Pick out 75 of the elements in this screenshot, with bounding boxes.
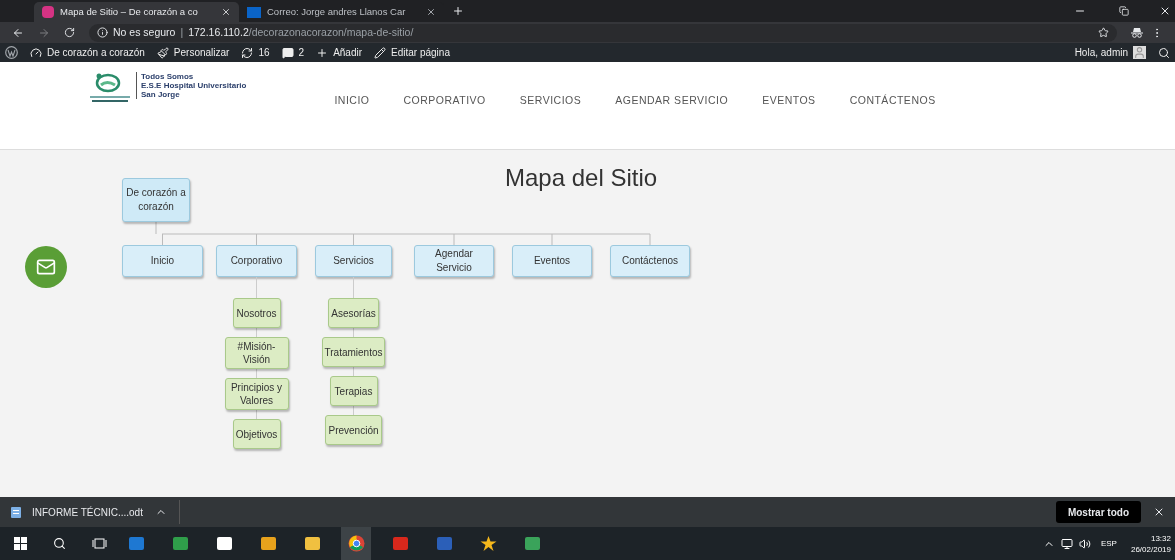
reload-icon[interactable]: [64, 27, 75, 38]
sitemap-node[interactable]: Corporativo: [216, 245, 297, 277]
sitemap-node[interactable]: Contáctenos: [610, 245, 690, 277]
close-icon[interactable]: [426, 7, 436, 17]
clock-date: 26/02/2019: [1130, 543, 1171, 555]
search-icon[interactable]: [1158, 46, 1170, 59]
tab-title: Correo: Jorge andres Llanos Car: [267, 4, 407, 19]
sitemap-node[interactable]: Terapias: [329, 376, 378, 406]
windows-start-icon[interactable]: [14, 537, 27, 550]
info-icon: [97, 27, 108, 38]
nav-link[interactable]: CORPORATIVO: [403, 93, 486, 109]
admin-bar-item[interactable]: 2: [281, 45, 305, 60]
task-view-icon[interactable]: [92, 538, 107, 549]
admin-bar-item[interactable]: Editar página: [374, 45, 450, 60]
new-tab-icon[interactable]: [452, 5, 464, 17]
sitemap-node[interactable]: Principios y Valores: [224, 378, 289, 410]
sitemap-node[interactable]: De corazón a corazón: [122, 178, 190, 222]
contact-mail-button[interactable]: [25, 246, 67, 288]
wordpress-logo-icon[interactable]: [5, 46, 18, 59]
admin-bar-item[interactable]: De corazón a corazón: [30, 45, 145, 60]
security-label: No es seguro: [113, 24, 176, 40]
sitemap-node[interactable]: Objetivos: [232, 419, 281, 449]
logo-text: Todos Somos: [141, 72, 195, 81]
sitemap-node[interactable]: Asesorías: [328, 298, 379, 328]
restore-icon[interactable]: [1119, 6, 1129, 16]
mail-icon: [36, 257, 56, 277]
hospital-logo-icon: [88, 72, 132, 104]
sitemap-node[interactable]: Agendar Servicio: [414, 245, 494, 277]
back-icon[interactable]: [12, 26, 24, 39]
bookmark-star-icon[interactable]: [1098, 27, 1109, 38]
volume-icon[interactable]: [1078, 537, 1091, 550]
logo-text: San Jorge: [141, 90, 181, 99]
nav-link[interactable]: INICIO: [334, 93, 370, 109]
search-icon[interactable]: [53, 537, 66, 550]
tab-title: Mapa de Sitio – De corazón a co: [60, 4, 199, 19]
nav-link[interactable]: AGENDAR SERVICIO: [615, 93, 729, 109]
browser-tab[interactable]: Mapa de Sitio – De corazón a co: [34, 2, 239, 22]
refresh-icon: [241, 46, 254, 59]
logo-text: E.S.E Hospital Universitario: [141, 81, 247, 90]
nav-link[interactable]: EVENTOS: [762, 93, 816, 109]
admin-bar-item[interactable]: Añadir: [316, 45, 363, 60]
close-icon[interactable]: [1159, 5, 1171, 17]
show-all-button[interactable]: Mostrar todo: [1055, 501, 1141, 523]
admin-bar-item[interactable]: Personalizar: [156, 45, 230, 60]
sitemap-node[interactable]: Tratamientos: [321, 337, 386, 367]
sitemap-node[interactable]: Inicio: [122, 245, 203, 277]
sitemap-node[interactable]: #Misión-Visión: [224, 337, 289, 369]
url-text: 172.16.110.2/decorazonacorazon/mapa-de-sitio/: [188, 24, 414, 40]
taskbar-app-icon[interactable]: [341, 527, 371, 560]
site-favicon-icon: [42, 6, 54, 18]
close-icon[interactable]: [1153, 506, 1165, 518]
dashboard-icon: [30, 46, 42, 59]
network-icon[interactable]: [1060, 537, 1073, 550]
sitemap-node[interactable]: Eventos: [512, 245, 592, 277]
sitemap-node[interactable]: Nosotros: [232, 298, 281, 328]
sitemap-node[interactable]: Servicios: [315, 245, 392, 277]
page-title: Mapa del Sitio: [505, 163, 658, 193]
comment-icon: [281, 46, 294, 59]
mail-favicon-icon: [247, 6, 261, 18]
document-icon: [10, 505, 22, 519]
brush-icon: [156, 46, 169, 59]
separator: |: [180, 24, 184, 40]
nav-link[interactable]: CONTÁCTENOS: [849, 93, 936, 109]
clock-time: 13:32: [1150, 532, 1171, 544]
close-icon[interactable]: [221, 7, 231, 17]
admin-bar-item[interactable]: 16: [241, 45, 270, 60]
account-link[interactable]: Hola, admin: [1074, 45, 1128, 60]
plus-icon: [316, 46, 329, 59]
language-indicator[interactable]: ESP: [1100, 537, 1117, 550]
pencil-icon: [374, 46, 387, 59]
download-filename[interactable]: INFORME TÉCNIC....odt: [32, 504, 143, 520]
nav-link[interactable]: SERVICIOS: [519, 93, 582, 109]
incognito-icon[interactable]: [1131, 27, 1143, 38]
address-field[interactable]: No es seguro | 172.16.110.2/decorazonacorazon/mapa-de-sitio/: [89, 23, 1117, 42]
sitemap-node[interactable]: Prevención: [325, 415, 382, 445]
